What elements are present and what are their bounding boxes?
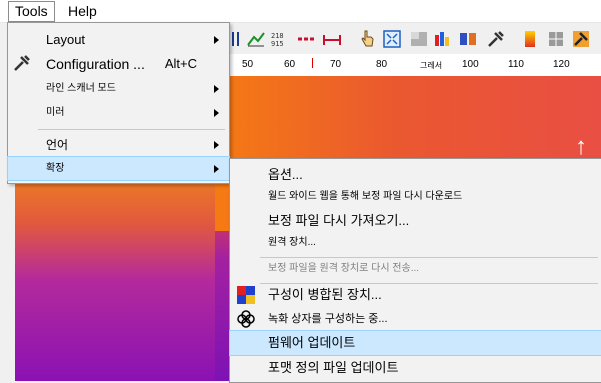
ext-item-merged-device[interactable]: 구성이 병합된 장치... <box>230 283 601 307</box>
ext-item-format-definition-update[interactable]: 포맷 정의 파일 업데이트 <box>230 356 601 380</box>
svg-text:915: 915 <box>271 40 284 48</box>
merged-device-icon <box>237 286 255 304</box>
ruler-tick-label: 60 <box>284 59 296 70</box>
line-chart-icon[interactable] <box>246 29 266 49</box>
submenu-arrow-icon <box>214 36 219 44</box>
menu-item-label: 월드 와이드 웹을 통해 보정 파일 다시 다운로드 <box>268 191 463 202</box>
tools-menu-item-configuration[interactable]: Configuration ... Alt+C <box>8 52 229 76</box>
submenu-arrow-icon <box>214 85 219 93</box>
menu-item-label: 보정 파일을 원격 장치로 다시 전송... <box>268 263 420 274</box>
extension-submenu: 옵션... 월드 와이드 웹을 통해 보정 파일 다시 다운로드 보정 파일 다… <box>229 158 601 383</box>
menu-item-label: 확장 <box>46 163 65 174</box>
menu-item-label: 보정 파일 다시 가져오기... <box>268 213 410 228</box>
ext-item-recording-box[interactable]: 녹화 상자를 구성하는 중... <box>230 307 601 331</box>
ext-item-firmware-update[interactable]: 펌웨어 업데이트 <box>229 330 601 356</box>
tools-menu-item-language[interactable]: 언어 <box>8 133 229 157</box>
menu-item-label: 녹화 상자를 구성하는 중... <box>268 313 388 325</box>
color-bars-icon[interactable] <box>433 29 453 49</box>
ext-item-remote-device[interactable]: 원격 장치... <box>230 231 601 255</box>
menu-item-label: 언어 <box>46 138 69 152</box>
ext-item-resend-calibration: 보정 파일을 원격 장치로 다시 전송... <box>230 257 601 281</box>
menu-item-shortcut: Alt+C <box>164 56 197 71</box>
submenu-arrow-icon <box>214 165 219 173</box>
measure-line-icon[interactable] <box>322 29 342 49</box>
temperature-ruler: 50 60 70 80 그레서 100 110 120 <box>230 54 601 77</box>
tools-menu: Layout Configuration ... Alt+C 라인 스캐너 모드… <box>7 22 230 184</box>
ext-item-reimport-calibration[interactable]: 보정 파일 다시 가져오기... <box>230 209 601 233</box>
zoom-fit-icon[interactable] <box>382 29 402 49</box>
menu-bar: Tools Help <box>0 0 601 23</box>
menu-item-label: 구성이 병합된 장치... <box>268 287 382 302</box>
grid-settings-icon[interactable] <box>546 29 566 49</box>
menu-item-label: 옵션... <box>268 167 303 182</box>
numeric-grid-icon[interactable]: 218 915 <box>270 29 290 49</box>
tools-menu-item-mirror[interactable]: 미러 <box>8 101 229 125</box>
gradient-bar-icon[interactable] <box>520 29 540 49</box>
ruler-tick-label: 120 <box>553 59 570 70</box>
grayscale-icon[interactable] <box>409 29 429 49</box>
ext-item-redownload-calibration[interactable]: 월드 와이드 웹을 통해 보정 파일 다시 다운로드 <box>230 185 601 209</box>
menu-tools[interactable]: Tools <box>8 1 55 22</box>
ruler-tick-label: 80 <box>376 59 388 70</box>
menu-item-label: 펌웨어 업데이트 <box>268 335 356 350</box>
submenu-arrow-icon <box>214 141 219 149</box>
ruler-marker[interactable] <box>312 58 313 68</box>
thermal-cool-region <box>15 156 215 381</box>
ruler-tick-label: 50 <box>242 59 254 70</box>
svg-text:218: 218 <box>271 32 284 40</box>
ext-item-options[interactable]: 옵션... <box>230 163 601 187</box>
menu-item-label: 미러 <box>46 107 65 118</box>
palette-icon[interactable] <box>458 29 478 49</box>
menu-item-label: 포맷 정의 파일 업데이트 <box>268 360 399 375</box>
ruler-tick-label: 70 <box>330 59 342 70</box>
menu-item-label: 원격 장치... <box>268 237 316 248</box>
ruler-tick-label: 110 <box>508 59 524 70</box>
menu-separator <box>38 129 225 130</box>
menu-item-label: Layout <box>46 32 86 47</box>
ruler-tick-label: 100 <box>462 59 479 70</box>
ruler-tick-label: 그레서 <box>420 61 443 70</box>
submenu-arrow-icon <box>214 109 219 117</box>
hand-pointer-icon[interactable] <box>357 29 377 49</box>
menu-item-label: Configuration ... <box>46 56 145 72</box>
tools-orange-icon[interactable] <box>571 29 591 49</box>
tools-icon[interactable] <box>486 29 506 49</box>
tools-menu-item-line-scanner[interactable]: 라인 스캐너 모드 <box>8 77 229 101</box>
up-arrow-icon: ↑ <box>575 133 587 160</box>
menu-help[interactable]: Help <box>62 2 103 20</box>
menu-item-label: 라인 스캐너 모드 <box>46 83 116 94</box>
recording-box-icon <box>237 310 255 328</box>
tools-menu-item-extension[interactable]: 확장 <box>7 156 230 181</box>
dashed-line-icon[interactable] <box>297 29 317 49</box>
tools-menu-item-layout[interactable]: Layout <box>8 28 229 52</box>
